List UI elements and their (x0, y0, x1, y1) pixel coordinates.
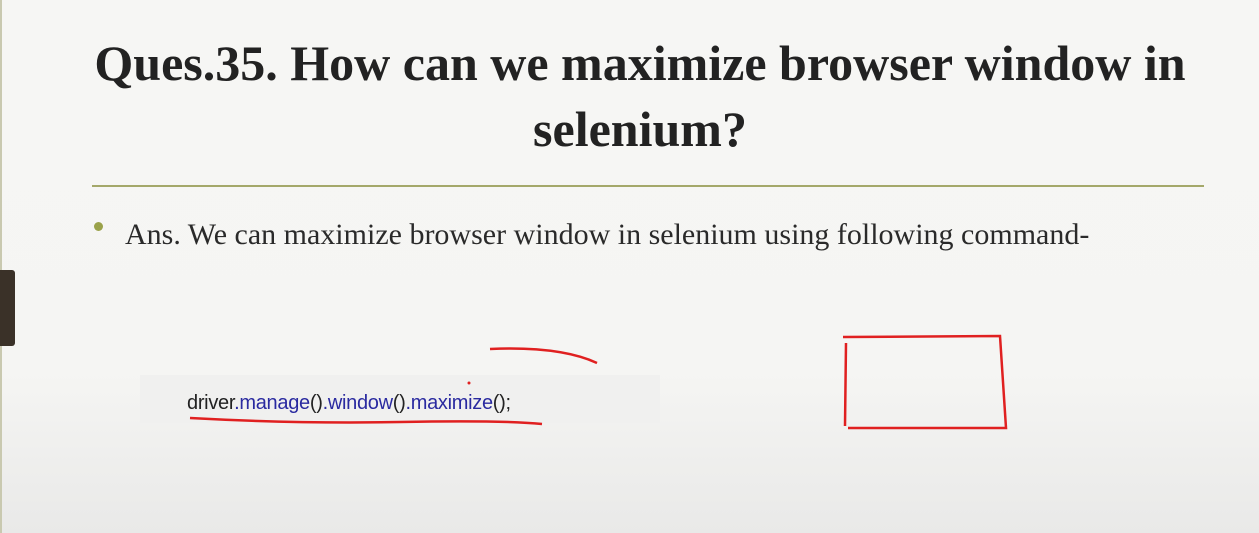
annotation-rectangle (842, 334, 1008, 430)
annotation-arc (489, 347, 598, 365)
annotation-dot (467, 381, 471, 385)
pen-annotations (189, 334, 1008, 430)
annotation-underline (189, 416, 543, 426)
